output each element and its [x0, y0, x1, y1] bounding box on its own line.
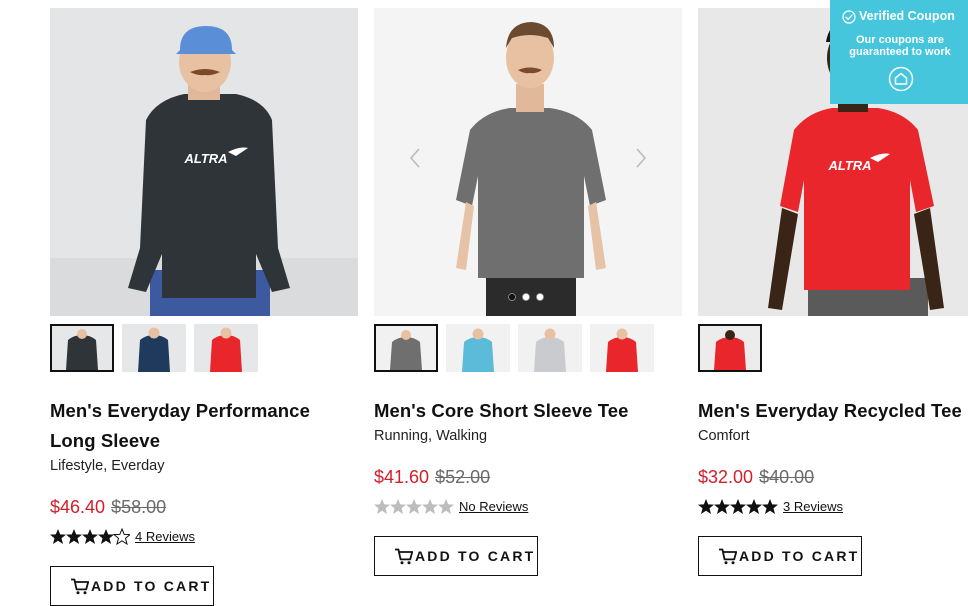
star-outline-icon: [112, 528, 130, 546]
sale-price: $41.60: [374, 467, 430, 487]
rating-row: No Reviews: [374, 498, 574, 516]
coupon-message: Our coupons are guaranteed to work: [849, 34, 951, 58]
carousel-dot[interactable]: [508, 293, 516, 301]
star-icon: [714, 499, 730, 514]
product-title[interactable]: Men's Everyday Recycled Tee: [698, 396, 968, 426]
star-empty-icon: [406, 499, 422, 514]
swatch-red[interactable]: [590, 324, 654, 372]
coupon-logo-icon[interactable]: [888, 66, 914, 92]
original-price: $40.00: [759, 467, 815, 487]
product-category: Running, Walking: [374, 428, 488, 444]
star-icon: [98, 529, 114, 544]
swatch-red[interactable]: [194, 324, 258, 372]
star-icon: [746, 499, 762, 514]
carousel-dot[interactable]: [522, 293, 530, 301]
color-swatches: [374, 324, 682, 372]
price-row: $41.60 $52.00: [374, 467, 490, 488]
swatch-sky[interactable]: [446, 324, 510, 372]
swatch-navy[interactable]: [122, 324, 186, 372]
product-title[interactable]: Men's Core Short Sleeve Tee: [374, 396, 674, 426]
product-category: Lifestyle, Everday: [50, 458, 165, 474]
star-empty-icon: [390, 499, 406, 514]
brand-logo: ALTRA: [183, 151, 227, 166]
swatch-gray[interactable]: [374, 324, 438, 372]
star-icon: [698, 499, 714, 514]
rating-row: 4 Reviews: [50, 528, 250, 546]
star-rating: [374, 499, 454, 514]
carousel-dots[interactable]: [506, 292, 554, 302]
cart-icon: [719, 548, 737, 565]
reviews-link[interactable]: 3 Reviews: [783, 499, 843, 514]
carousel-prev-icon[interactable]: [408, 146, 422, 170]
carousel-dot[interactable]: [536, 293, 544, 301]
product-image[interactable]: ALTRA: [50, 8, 358, 316]
add-to-cart-label: ADD TO CART: [415, 548, 536, 564]
carousel-next-icon[interactable]: [634, 146, 648, 170]
swatch-charcoal[interactable]: [50, 324, 114, 372]
product-category: Comfort: [698, 428, 750, 444]
coupon-heading: Verified Coupon: [859, 9, 955, 23]
product-title[interactable]: Men's Everyday Performance Long Sleeve: [50, 396, 350, 456]
sale-price: $32.00: [698, 467, 754, 487]
color-swatches: [50, 324, 358, 372]
star-icon: [762, 499, 778, 514]
star-icon: [730, 499, 746, 514]
star-empty-icon: [438, 499, 454, 514]
product-image[interactable]: [374, 8, 682, 316]
original-price: $52.00: [435, 467, 491, 487]
brand-logo: ALTRA: [827, 158, 871, 173]
star-rating: [698, 499, 778, 514]
add-to-cart-button[interactable]: ADD TO CART: [374, 536, 538, 576]
cart-icon: [395, 548, 413, 565]
original-price: $58.00: [111, 497, 167, 517]
swatch-red[interactable]: [698, 324, 762, 372]
add-to-cart-button[interactable]: ADD TO CART: [698, 536, 862, 576]
star-icon: [82, 529, 98, 544]
price-row: $32.00 $40.00: [698, 467, 814, 488]
rating-row: 3 Reviews: [698, 498, 898, 516]
add-to-cart-button[interactable]: ADD TO CART: [50, 566, 214, 606]
star-icon: [50, 529, 66, 544]
swatch-light-gray[interactable]: [518, 324, 582, 372]
star-empty-icon: [374, 499, 390, 514]
price-row: $46.40 $58.00: [50, 497, 166, 518]
color-swatches: [698, 324, 968, 372]
star-empty-icon: [422, 499, 438, 514]
sale-price: $46.40: [50, 497, 106, 517]
star-rating: [50, 528, 130, 546]
reviews-link[interactable]: 4 Reviews: [135, 529, 195, 544]
star-icon: [66, 529, 82, 544]
cart-icon: [71, 578, 89, 595]
reviews-link[interactable]: No Reviews: [459, 499, 528, 514]
add-to-cart-label: ADD TO CART: [739, 548, 860, 564]
verified-coupon-popup[interactable]: Verified Coupon Our coupons are guarante…: [830, 0, 968, 104]
